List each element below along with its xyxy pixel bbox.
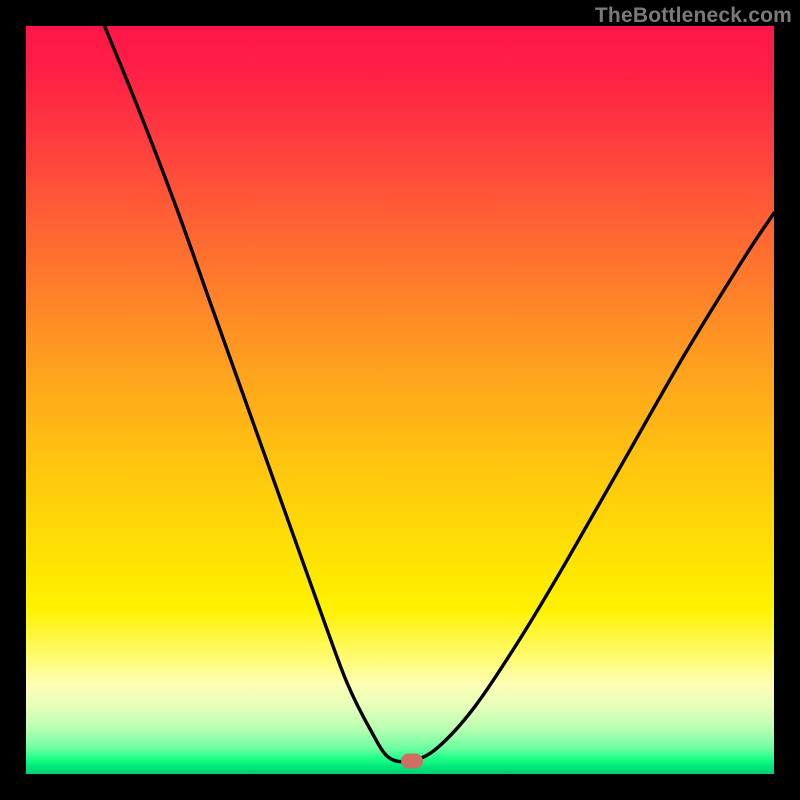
watermark-text: TheBottleneck.com (595, 4, 792, 28)
chart-frame: TheBottleneck.com (0, 0, 800, 800)
curve-path (105, 26, 774, 762)
optimal-marker (401, 753, 423, 768)
plot-area (26, 26, 774, 774)
bottleneck-curve (26, 26, 774, 774)
